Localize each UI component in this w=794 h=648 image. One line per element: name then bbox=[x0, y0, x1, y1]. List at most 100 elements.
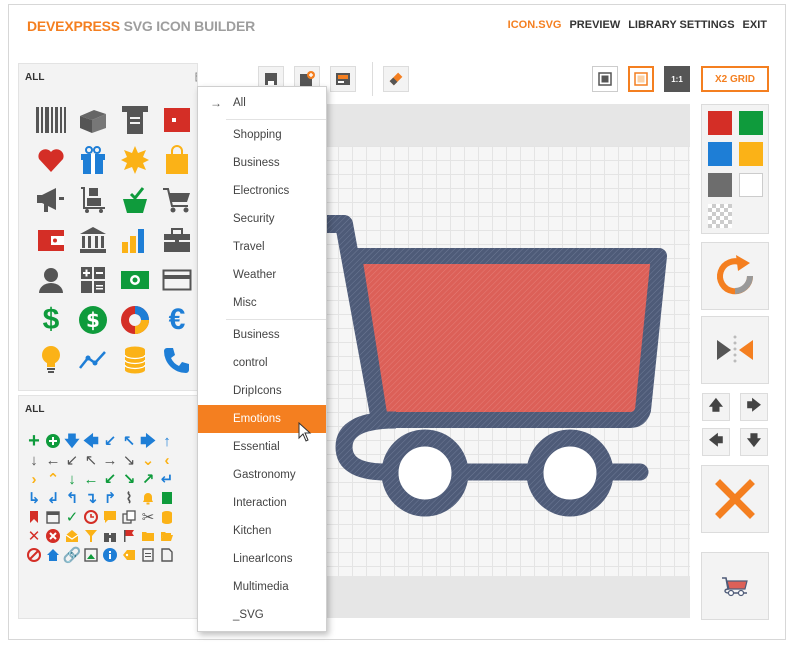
shopping-bag-icon[interactable] bbox=[161, 144, 193, 176]
arrow-down-icon[interactable]: 🡇 bbox=[63, 432, 81, 450]
folder-open-icon[interactable] bbox=[158, 527, 176, 545]
folder-icon[interactable] bbox=[139, 527, 157, 545]
arrow-down-green-icon[interactable]: ↓ bbox=[63, 470, 81, 488]
trend-line-icon[interactable] bbox=[77, 344, 109, 376]
dropdown-item-linearicons[interactable]: LinearIcons bbox=[198, 545, 326, 573]
chevron-right-icon[interactable]: › bbox=[25, 470, 43, 488]
table-icon[interactable] bbox=[35, 384, 67, 390]
arrow-up-left-icon[interactable]: ↖ bbox=[120, 432, 138, 450]
gift-icon[interactable] bbox=[77, 144, 109, 176]
plus-icon[interactable]: + bbox=[25, 431, 43, 451]
view-actual-size-button[interactable]: 1:1 bbox=[664, 66, 690, 92]
color-swatch-blue[interactable] bbox=[708, 142, 732, 166]
eraser-button[interactable] bbox=[383, 66, 409, 92]
dropdown-item-travel[interactable]: Travel bbox=[198, 233, 326, 261]
page-icon[interactable] bbox=[158, 546, 176, 564]
home-icon[interactable] bbox=[44, 546, 62, 564]
badge-icon[interactable] bbox=[119, 144, 151, 176]
clock-icon[interactable] bbox=[82, 508, 100, 526]
color-swatch-red[interactable] bbox=[708, 111, 732, 135]
open-icon-button[interactable] bbox=[330, 66, 356, 92]
color-swatch-white[interactable] bbox=[739, 173, 763, 197]
dollar-circle-icon[interactable]: $ bbox=[77, 304, 109, 336]
nav-library-settings[interactable]: LIBRARY SETTINGS bbox=[628, 19, 734, 31]
cart-dolly-icon[interactable] bbox=[77, 184, 109, 216]
invoice-icon[interactable] bbox=[119, 384, 151, 390]
arrow-down-left-thin-icon[interactable]: ↙ bbox=[63, 451, 81, 469]
library-filter-title[interactable]: ALL bbox=[25, 72, 44, 83]
nav-preview[interactable]: PREVIEW bbox=[569, 19, 620, 31]
block-icon[interactable] bbox=[25, 546, 43, 564]
box-icon[interactable] bbox=[77, 104, 109, 136]
dropdown-item-kitchen[interactable]: Kitchen bbox=[198, 517, 326, 545]
turn-right-icon[interactable]: ↱ bbox=[101, 489, 119, 507]
comment-icon[interactable] bbox=[101, 508, 119, 526]
return-left-icon[interactable]: ↵ bbox=[158, 470, 176, 488]
target-icon[interactable] bbox=[161, 384, 193, 390]
copy-icon[interactable] bbox=[120, 508, 138, 526]
dropdown-item-weather[interactable]: Weather bbox=[198, 261, 326, 289]
move-down-button[interactable]: 🡇 bbox=[740, 428, 768, 456]
chevron-up-icon[interactable]: ⌃ bbox=[44, 470, 62, 488]
arrow-down-right-thin-icon[interactable]: ↘ bbox=[120, 451, 138, 469]
dropdown-item-security[interactable]: Security bbox=[198, 205, 326, 233]
arrow-up-right-icon[interactable]: ↗ bbox=[139, 470, 157, 488]
color-swatch-yellow[interactable] bbox=[739, 142, 763, 166]
calculator-icon[interactable] bbox=[77, 264, 109, 296]
euro-icon[interactable]: € bbox=[161, 304, 193, 336]
cash-icon[interactable] bbox=[119, 264, 151, 296]
dropdown-item-multimedia[interactable]: Multimedia bbox=[198, 573, 326, 601]
link-icon[interactable]: 🔗 bbox=[63, 546, 82, 564]
return-right-icon[interactable]: ↳ bbox=[25, 489, 43, 507]
megaphone-icon[interactable] bbox=[35, 184, 67, 216]
calendar-icon[interactable] bbox=[44, 508, 62, 526]
move-up-button[interactable]: 🡅 bbox=[702, 393, 730, 421]
arrow-down-thin-icon[interactable]: ↓ bbox=[25, 451, 43, 469]
dollar-icon[interactable]: $ bbox=[35, 304, 67, 336]
library-secondary-title[interactable]: ALL bbox=[25, 404, 44, 415]
chevron-down-icon[interactable]: ⌄ bbox=[139, 451, 157, 469]
turn-up-icon[interactable]: ↰ bbox=[63, 489, 81, 507]
arrow-left-thin-icon[interactable]: ← bbox=[44, 451, 62, 469]
info-icon[interactable] bbox=[101, 546, 119, 564]
cart-icon[interactable] bbox=[161, 184, 193, 216]
bar-chart-icon[interactable] bbox=[119, 224, 151, 256]
donut-chart-icon[interactable] bbox=[119, 304, 151, 336]
rotate-button[interactable] bbox=[701, 242, 769, 310]
binoculars-icon[interactable] bbox=[101, 527, 119, 545]
arrow-down-right-icon[interactable]: ↘ bbox=[120, 470, 138, 488]
wallet-icon[interactable] bbox=[35, 224, 67, 256]
mail-open-icon[interactable] bbox=[63, 527, 81, 545]
nav-icon-svg[interactable]: ICON.SVG bbox=[508, 19, 562, 31]
check-icon[interactable]: ✓ bbox=[63, 508, 81, 526]
dropdown-item-business-2[interactable]: Business bbox=[198, 321, 326, 349]
book-icon[interactable] bbox=[158, 489, 176, 507]
dropdown-item-dripicons[interactable]: DripIcons bbox=[198, 377, 326, 405]
move-right-button[interactable]: 🡆 bbox=[740, 393, 768, 421]
receipt-icon[interactable] bbox=[119, 104, 151, 136]
dropdown-item-all[interactable]: → All bbox=[198, 89, 326, 117]
scissors-icon[interactable]: ✂ bbox=[139, 508, 157, 526]
dropdown-item-control[interactable]: control bbox=[198, 349, 326, 377]
color-swatch-transparent[interactable] bbox=[708, 204, 732, 228]
clipboard-icon[interactable] bbox=[77, 384, 109, 390]
arrow-right-icon[interactable]: 🡆 bbox=[139, 432, 157, 450]
dropdown-item-gastronomy[interactable]: Gastronomy bbox=[198, 461, 326, 489]
paperclip-icon[interactable]: ⌇ bbox=[120, 489, 138, 507]
dropdown-item-shopping[interactable]: Shopping bbox=[198, 121, 326, 149]
dropdown-item-electronics[interactable]: Electronics bbox=[198, 177, 326, 205]
arrow-right-thin-icon[interactable]: → bbox=[101, 451, 119, 469]
red-card-icon[interactable] bbox=[161, 104, 193, 136]
credit-card-icon[interactable] bbox=[161, 264, 193, 296]
heart-icon[interactable] bbox=[35, 144, 67, 176]
bell-icon[interactable] bbox=[139, 489, 157, 507]
flag-icon[interactable] bbox=[120, 527, 138, 545]
close-icon[interactable]: ✕ bbox=[25, 527, 43, 545]
dropdown-item-misc[interactable]: Misc bbox=[198, 289, 326, 317]
basket-icon[interactable] bbox=[119, 184, 151, 216]
arrow-up-thin-icon[interactable]: ↑ bbox=[158, 432, 176, 450]
arrow-left-green-icon[interactable]: ← bbox=[82, 470, 100, 488]
turn-down-right-icon[interactable]: ↴ bbox=[82, 489, 100, 507]
delete-button[interactable] bbox=[701, 465, 769, 533]
dropdown-item-business[interactable]: Business bbox=[198, 149, 326, 177]
